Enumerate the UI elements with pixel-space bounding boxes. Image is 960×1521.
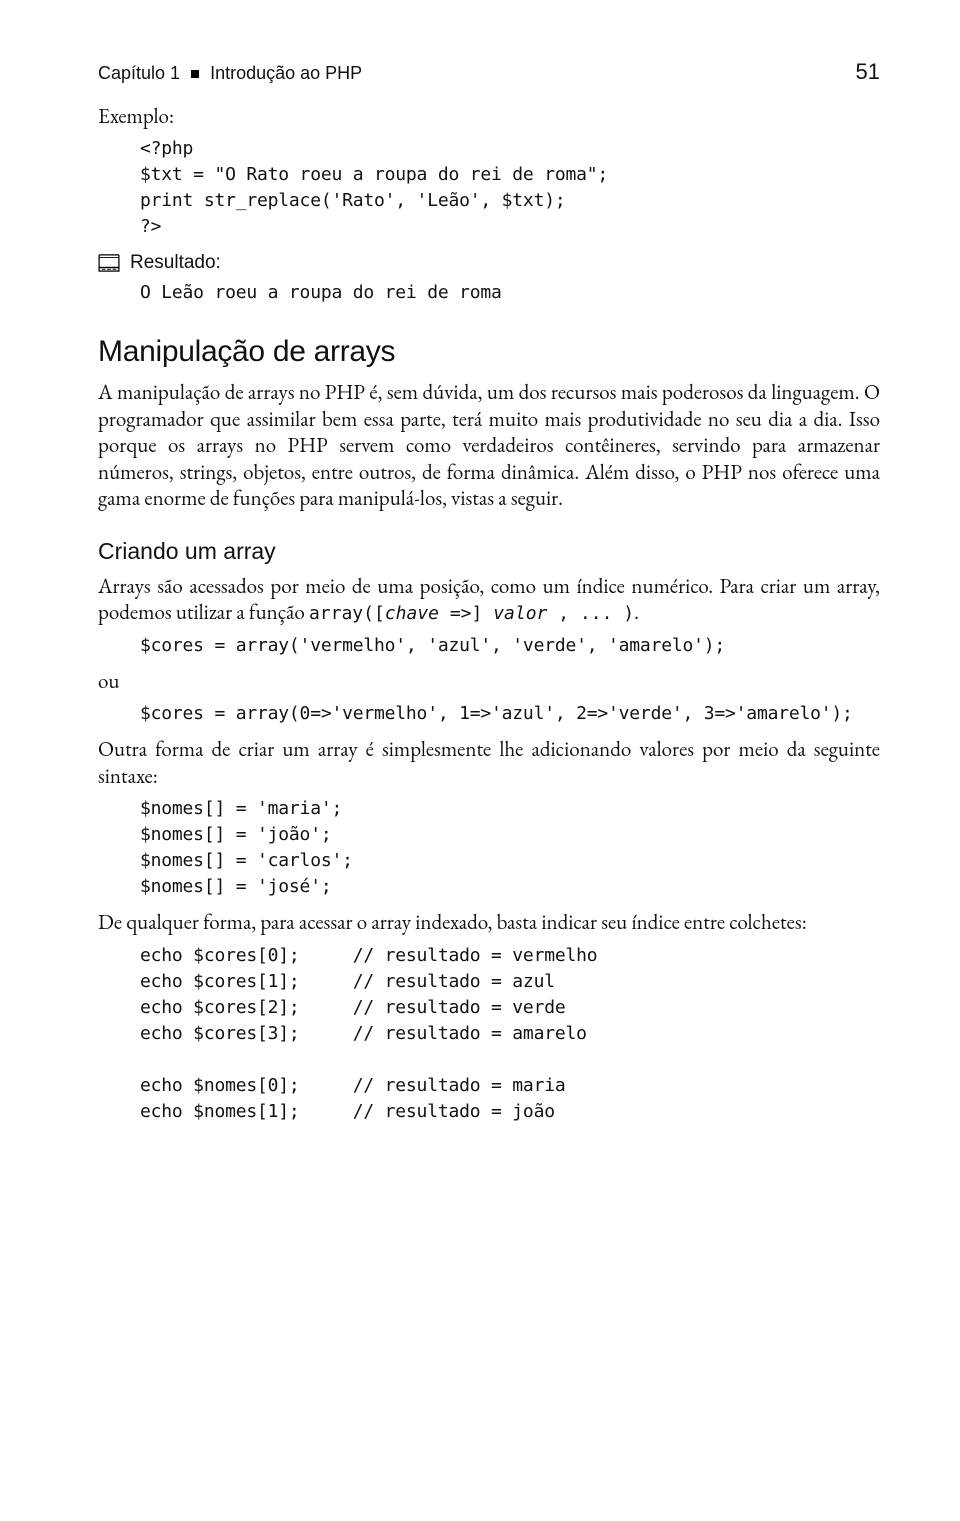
paragraph-criando-2: Outra forma de criar um array é simplesm… xyxy=(98,737,880,790)
paragraph-manipulacao: A manipulação de arrays no PHP é, sem dú… xyxy=(98,380,880,512)
paragraph-criando-1: Arrays são acessados por meio de uma pos… xyxy=(98,574,880,627)
chapter-breadcrumb: Capítulo 1 Introdução ao PHP xyxy=(98,62,362,85)
terminal-icon xyxy=(98,254,120,272)
code-cores-2: $cores = array(0=>'vermelho', 1=>'azul',… xyxy=(140,701,880,727)
example-label: Exemplo: xyxy=(98,104,880,130)
code-cores-1: $cores = array('vermelho', 'azul', 'verd… xyxy=(140,633,880,659)
code-nomes: $nomes[] = 'maria'; $nomes[] = 'joão'; $… xyxy=(140,796,880,900)
chapter-title: Introdução ao PHP xyxy=(210,63,362,83)
result-label-text: Resultado: xyxy=(130,251,221,275)
chapter-number: Capítulo 1 xyxy=(98,63,180,83)
example-code: <?php $txt = "O Rato roeu a roupa do rei… xyxy=(140,136,880,240)
section-title-manipulacao: Manipulação de arrays xyxy=(98,333,880,371)
word-ou: ou xyxy=(98,669,880,695)
result-output: O Leão roeu a roupa do rei de roma xyxy=(140,280,880,306)
page: Capítulo 1 Introdução ao PHP 51 Exemplo:… xyxy=(0,0,960,1521)
page-number: 51 xyxy=(856,58,880,86)
result-label: Resultado: xyxy=(98,251,880,275)
code-echo: echo $cores[0]; // resultado = vermelho … xyxy=(140,943,880,1126)
inline-code-array-syntax: array([chave =>] valor , ... ) xyxy=(309,603,634,624)
running-header: Capítulo 1 Introdução ao PHP 51 xyxy=(98,58,880,86)
subsection-title-criando: Criando um array xyxy=(98,537,880,566)
square-separator-icon xyxy=(191,70,199,78)
paragraph-criando-3: De qualquer forma, para acessar o array … xyxy=(98,910,880,936)
